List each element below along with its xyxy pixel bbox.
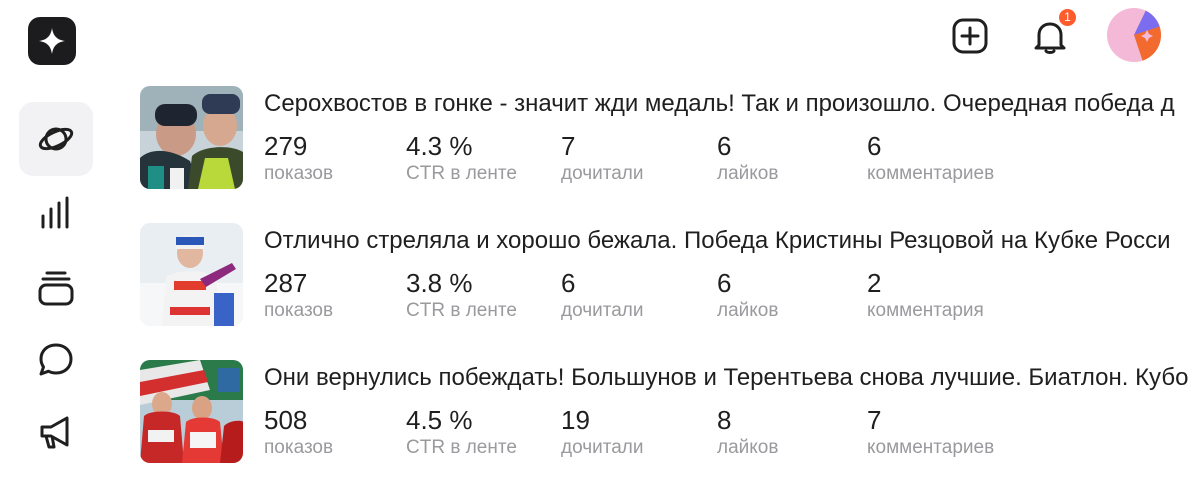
sidebar-item-stats[interactable] bbox=[19, 178, 93, 250]
metric-label: CTR в ленте bbox=[406, 437, 517, 458]
sidebar-item-main[interactable] bbox=[19, 102, 93, 176]
metric-label: дочитали bbox=[561, 163, 644, 184]
metric-ctr: 4.3 % CTR в ленте bbox=[406, 130, 517, 186]
metric-read-through: 7 дочитали bbox=[561, 130, 644, 186]
metric-ctr: 4.5 % CTR в ленте bbox=[406, 404, 517, 460]
list-item[interactable]: Они вернулись побеждать! Большунов и Тер… bbox=[140, 360, 1200, 464]
publication-thumbnail[interactable] bbox=[140, 360, 243, 463]
avatar[interactable] bbox=[1107, 8, 1161, 62]
metric-value: 6 bbox=[717, 268, 732, 298]
stack-layers-icon bbox=[38, 271, 74, 306]
metric-label: CTR в ленте bbox=[406, 300, 517, 321]
bar-chart-icon bbox=[41, 196, 69, 229]
metric-label: дочитали bbox=[561, 437, 644, 458]
metric-ctr: 3.8 % CTR в ленте bbox=[406, 267, 517, 323]
metric-comments: 6 комментариев bbox=[867, 130, 994, 186]
publication-thumbnail[interactable] bbox=[140, 86, 243, 189]
logo[interactable] bbox=[28, 17, 76, 65]
publication-thumbnail[interactable] bbox=[140, 223, 243, 326]
studio-app: 1 Серохвостов в гонке - значит жди медал… bbox=[0, 0, 1200, 488]
metric-value: 7 bbox=[561, 131, 576, 161]
metric-value: 8 bbox=[717, 405, 732, 435]
metric-label: CTR в ленте bbox=[406, 163, 517, 184]
publication-title[interactable]: Серохвостов в гонке - значит жди медаль!… bbox=[264, 88, 1200, 120]
metric-likes: 6 лайков bbox=[717, 267, 778, 323]
metric-impressions: 287 показов bbox=[264, 267, 333, 323]
metric-read-through: 6 дочитали bbox=[561, 267, 644, 323]
list-item[interactable]: Отлично стреляла и хорошо бежала. Победа… bbox=[140, 223, 1200, 327]
plus-square-icon bbox=[952, 18, 988, 54]
metric-label: комментариев bbox=[867, 163, 995, 184]
metric-value: 3.8 % bbox=[406, 268, 473, 298]
megaphone-icon bbox=[40, 416, 69, 449]
sidebar-item-comments[interactable] bbox=[19, 324, 93, 396]
metric-read-through: 19 дочитали bbox=[561, 404, 644, 460]
metric-label: лайков bbox=[717, 437, 779, 458]
metric-value: 508 bbox=[264, 405, 308, 435]
metric-likes: 6 лайков bbox=[717, 130, 778, 186]
planet-icon bbox=[38, 127, 74, 151]
metric-value: 2 bbox=[867, 268, 882, 298]
metric-label: комментариев bbox=[867, 437, 995, 458]
list-item[interactable]: Серохвостов в гонке - значит жди медаль!… bbox=[140, 86, 1200, 190]
metric-label: комментария bbox=[867, 300, 984, 321]
metric-impressions: 508 показов bbox=[264, 404, 333, 460]
metric-value: 7 bbox=[867, 405, 882, 435]
metric-label: лайков bbox=[717, 300, 779, 321]
sidebar bbox=[19, 102, 93, 449]
chat-bubble-icon bbox=[39, 343, 73, 376]
metric-comments: 2 комментария bbox=[867, 267, 984, 323]
metric-label: лайков bbox=[717, 163, 779, 184]
metric-label: дочитали bbox=[561, 300, 644, 321]
metric-value: 287 bbox=[264, 268, 308, 298]
sidebar-item-publications[interactable] bbox=[19, 252, 93, 324]
sparkle-star-icon bbox=[39, 28, 65, 54]
metric-comments: 7 комментариев bbox=[867, 404, 994, 460]
metric-value: 19 bbox=[561, 405, 590, 435]
metric-likes: 8 лайков bbox=[717, 404, 778, 460]
sidebar-item-promotion[interactable] bbox=[19, 396, 93, 468]
publication-title[interactable]: Отлично стреляла и хорошо бежала. Победа… bbox=[264, 225, 1200, 257]
add-publication-button[interactable] bbox=[946, 12, 994, 60]
metric-value: 6 bbox=[717, 131, 732, 161]
metric-label: показов bbox=[264, 163, 334, 184]
metric-impressions: 279 показов bbox=[264, 130, 333, 186]
metric-value: 279 bbox=[264, 131, 308, 161]
notification-badge: 1 bbox=[1057, 7, 1078, 28]
metric-value: 4.3 % bbox=[406, 131, 473, 161]
metric-label: показов bbox=[264, 437, 334, 458]
publication-title[interactable]: Они вернулись побеждать! Большунов и Тер… bbox=[264, 362, 1200, 394]
metric-value: 6 bbox=[867, 131, 882, 161]
metric-label: показов bbox=[264, 300, 334, 321]
metric-value: 6 bbox=[561, 268, 576, 298]
metric-value: 4.5 % bbox=[406, 405, 473, 435]
